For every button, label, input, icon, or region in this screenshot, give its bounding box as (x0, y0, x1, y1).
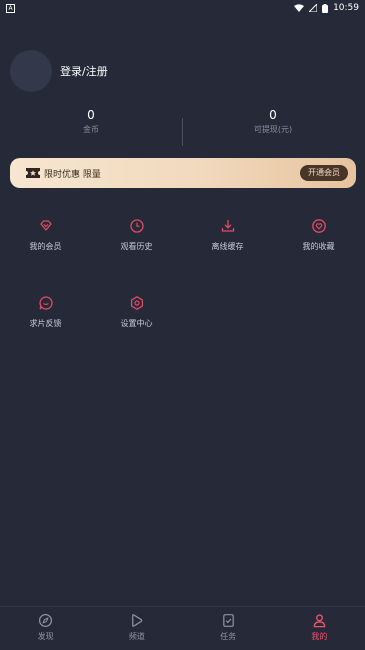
vip-heart-icon (39, 220, 52, 231)
vip-ticket-icon (26, 168, 40, 178)
user-icon (313, 614, 326, 628)
wifi-icon (294, 4, 305, 12)
compass-icon (39, 613, 53, 628)
stats-divider (182, 118, 183, 146)
bottom-nav: 发现 频道 任务 我的 (0, 606, 365, 650)
withdrawable-label: 可提现(元) (253, 125, 293, 134)
withdrawable-stat[interactable]: 0 可提现(元) (182, 106, 364, 150)
settings-icon (130, 296, 143, 310)
nav-label: 频道 (128, 632, 145, 641)
vip-promo-banner[interactable]: 限时优惠 限量 开通会员 (10, 158, 356, 188)
heart-icon (311, 219, 326, 233)
play-icon (132, 614, 143, 627)
task-icon (222, 614, 234, 627)
avatar[interactable] (10, 50, 52, 92)
grid-item-settings[interactable]: 设置中心 (91, 295, 182, 329)
grid-item-feedback[interactable]: 求片反馈 (0, 295, 91, 329)
nav-item-channel[interactable]: 频道 (91, 607, 182, 650)
nav-item-tasks[interactable]: 任务 (183, 607, 274, 650)
coins-stat[interactable]: 0 金币 (0, 106, 182, 150)
app-notification-icon: A (6, 3, 15, 13)
profile-header[interactable]: 登录/注册 (10, 50, 108, 92)
clock-icon (129, 219, 144, 233)
withdrawable-value: 0 (269, 108, 277, 122)
grid-label: 观看历史 (120, 242, 153, 251)
clock-time: 10:59 (333, 3, 359, 13)
chat-icon (39, 296, 53, 310)
coins-value: 0 (87, 108, 95, 122)
grid-label: 离线缓存 (211, 242, 244, 251)
battery-icon (322, 3, 329, 13)
grid-item-my-vip[interactable]: 我的会员 (0, 218, 91, 252)
nav-item-discover[interactable]: 发现 (0, 607, 91, 650)
grid-item-history[interactable]: 观看历史 (91, 218, 182, 252)
signal-icon (309, 4, 318, 12)
nav-label: 任务 (220, 632, 237, 641)
grid-item-favorites[interactable]: 我的收藏 (273, 218, 364, 252)
grid-label: 求片反馈 (29, 319, 62, 328)
login-register-link[interactable]: 登录/注册 (60, 63, 108, 79)
grid-item-offline-cache[interactable]: 离线缓存 (182, 218, 273, 252)
status-bar: A 10:59 (0, 0, 365, 16)
stats-row: 0 金币 0 可提现(元) (0, 106, 365, 150)
open-vip-button[interactable]: 开通会员 (300, 165, 348, 181)
nav-label: 发现 (37, 632, 54, 641)
nav-item-mine[interactable]: 我的 (274, 607, 365, 650)
nav-label: 我的 (311, 632, 328, 641)
coins-label: 金币 (83, 125, 99, 134)
vip-promo-text: 限时优惠 限量 (44, 169, 101, 180)
download-icon (221, 220, 234, 232)
grid-label: 设置中心 (120, 319, 153, 328)
grid-label: 我的收藏 (302, 242, 335, 251)
grid-label: 我的会员 (29, 242, 62, 251)
